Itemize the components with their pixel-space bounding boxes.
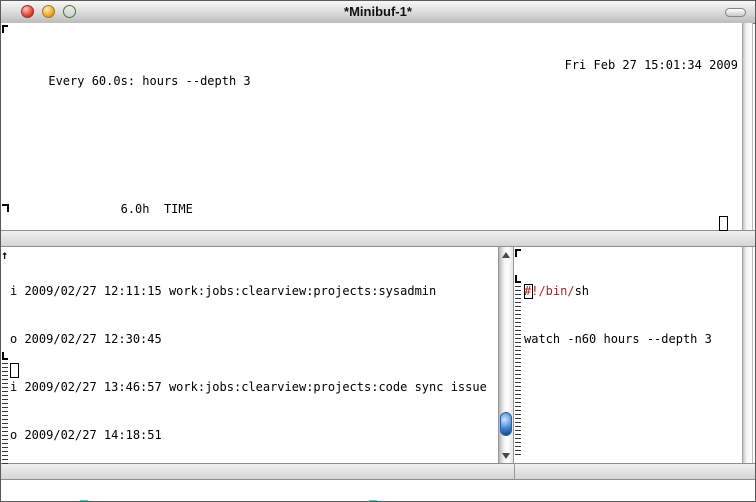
buffer-top-angle-icon bbox=[515, 249, 521, 257]
emacs-frame: *Minibuf-1* Every 60.0s: hours --depth 3… bbox=[0, 0, 756, 502]
window-title: *Minibuf-1* bbox=[1, 4, 755, 19]
empty-lines-fringe-marks bbox=[2, 363, 8, 467]
timelog-entry: o 2009/02/27 12:30:45 bbox=[10, 331, 498, 347]
timelog-cursor bbox=[10, 363, 19, 378]
scrollbar-thumb[interactable] bbox=[500, 412, 512, 436]
buffer-end-angle-icon bbox=[515, 275, 521, 283]
shebang-line: #!/bin/sh bbox=[524, 283, 742, 299]
script-window[interactable]: #!/bin/sh watch -n60 hours --depth 3 bbox=[514, 247, 742, 463]
terminal-cursor bbox=[719, 216, 728, 231]
script-command-line: watch -n60 hours --depth 3 bbox=[524, 331, 742, 347]
watch-timestamp: Fri Feb 27 15:01:34 2009 bbox=[565, 57, 738, 73]
timelog-entry: o 2009/02/27 14:18:51 bbox=[10, 427, 498, 443]
buffer-continues-up-arrow-icon: ↑ bbox=[1, 249, 8, 261]
title-bar[interactable]: *Minibuf-1* bbox=[1, 1, 755, 24]
terminal-line: 6.0h TIME bbox=[5, 201, 742, 217]
watch-command: Every 60.0s: hours --depth 3 bbox=[48, 74, 250, 88]
terminal-line bbox=[5, 153, 742, 169]
scroll-down-arrow-icon[interactable] bbox=[502, 453, 510, 459]
buffer-bottom-angle-icon bbox=[2, 204, 9, 212]
buffer-end-angle-icon bbox=[2, 352, 8, 360]
watch-header: Every 60.0s: hours --depth 3 Fri Feb 27 … bbox=[5, 57, 742, 121]
ansi-term-modeline[interactable]: -u:** *ansi-term* All (13,101) (Term: ch… bbox=[1, 230, 756, 247]
shebang-interpreter: sh bbox=[575, 284, 589, 298]
timelog-modeline[interactable]: --:-- current.timelog Bot (3726,0) darcs… bbox=[1, 463, 514, 480]
empty-lines-fringe-marks bbox=[515, 286, 521, 458]
script-cursor bbox=[524, 284, 533, 299]
timelog-scrollbar[interactable] bbox=[498, 247, 514, 463]
buffer-top-angle-icon bbox=[2, 25, 8, 33]
timelog-entry: i 2009/02/27 12:11:15 work:jobs:clearvie… bbox=[10, 283, 498, 299]
toolbar-pill-button[interactable] bbox=[725, 8, 746, 17]
timelog-entry: i 2009/02/27 13:46:57 work:jobs:clearvie… bbox=[10, 379, 498, 395]
ansi-term-window[interactable]: Every 60.0s: hours --depth 3 Fri Feb 27 … bbox=[1, 23, 742, 230]
minibuffer[interactable]: Redo: (ansi-term "/Users/simon/bin/watch… bbox=[1, 480, 756, 502]
timelog-window[interactable]: i 2009/02/27 12:11:15 work:jobs:clearvie… bbox=[1, 247, 498, 463]
script-modeline[interactable]: --:-- watchhours All (3,0) bbox=[514, 463, 756, 480]
scroll-up-arrow-icon[interactable] bbox=[502, 252, 510, 258]
